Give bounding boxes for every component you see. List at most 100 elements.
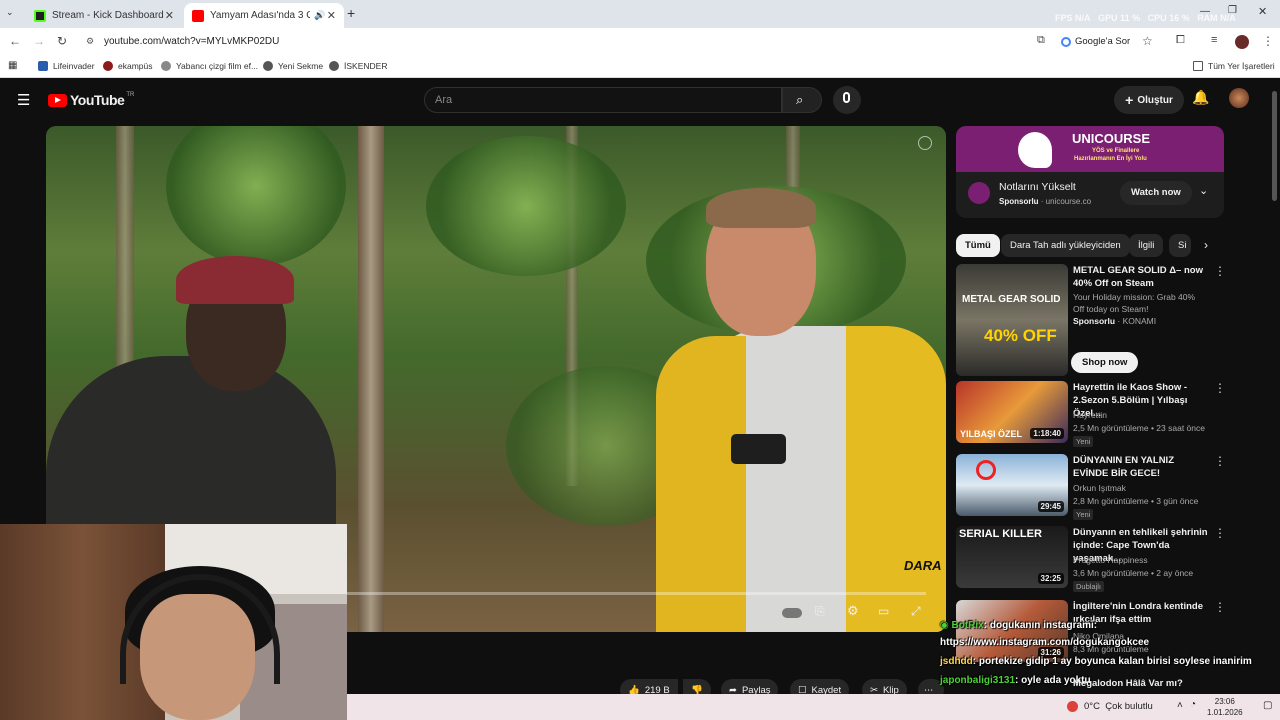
video-duration: 32:25 — [1037, 573, 1064, 584]
red-circle-icon — [976, 460, 996, 480]
search-icon: ⌕ — [796, 92, 804, 107]
video-watermark: DARA — [904, 558, 942, 573]
dubbed-badge: Dublajlı — [1073, 581, 1105, 592]
bookmark-lifeinvader[interactable]: Lifeinvader — [38, 61, 95, 71]
channel-name: Progetto Happiness — [1073, 555, 1148, 565]
shop-now-button[interactable]: Shop now — [1071, 352, 1139, 373]
notification-center-icon[interactable]: ▢ — [1263, 700, 1272, 711]
account-avatar[interactable] — [1229, 88, 1249, 108]
chevron-down-icon[interactable]: ⌄ — [1199, 184, 1208, 197]
speaker-icon[interactable]: 🔊 — [314, 10, 325, 21]
more-options-icon[interactable]: ⋮ — [1214, 264, 1226, 278]
bookmark-ekampus[interactable]: ekampüs — [103, 61, 153, 71]
chat-text: https://www.instagram.com/dogukangokcee — [940, 637, 1150, 648]
weather-widget[interactable]: 0°C Çok bulutlu — [1067, 701, 1153, 712]
chip-all[interactable]: Tümü — [956, 234, 1000, 257]
extensions-icon[interactable]: ⧠ — [1176, 34, 1185, 47]
tab-youtube-video[interactable]: Yamyam Adası'nda 3 Günlü 🔊 ✕ — [184, 3, 344, 28]
bookmark-star-icon[interactable]: ☆ — [1142, 34, 1153, 48]
ask-google-button[interactable]: Google'a Sor — [1061, 36, 1130, 47]
ad-tagline: YÖS ve Finallere — [1092, 148, 1140, 154]
chevron-right-icon[interactable]: › — [1204, 238, 1208, 252]
autoplay-toggle[interactable] — [782, 608, 802, 618]
profile-avatar[interactable] — [1235, 35, 1249, 49]
more-options-icon[interactable]: ⋮ — [1214, 600, 1226, 614]
notifications-bell-icon[interactable]: 🔔 — [1192, 89, 1209, 106]
chip-more[interactable]: Si — [1169, 234, 1191, 257]
back-icon[interactable]: ← — [9, 34, 21, 48]
close-tab-icon[interactable]: ✕ — [165, 9, 174, 22]
create-button[interactable]: + Oluştur — [1114, 86, 1184, 114]
weather-icon — [1067, 701, 1078, 712]
video-meta: 2,5 Mn görüntüleme • 23 saat önce — [1073, 423, 1205, 433]
youtube-logo[interactable]: YouTube TR — [48, 92, 134, 108]
ad-sponsor-line: Sponsorlu · unicourse.co — [999, 197, 1092, 206]
forward-icon[interactable]: → — [33, 34, 45, 48]
chat-text: : dogukanın instagrami: — [983, 620, 1098, 631]
voice-search-button[interactable] — [833, 86, 861, 114]
recommendation-item[interactable]: YILBAŞI ÖZEL 1:18:40 Hayrettin ile Kaos … — [956, 381, 1236, 447]
chip-related[interactable]: İlgili — [1129, 234, 1164, 257]
cast-icon[interactable]: ⧉ — [1037, 34, 1045, 47]
folder-icon — [1193, 61, 1203, 71]
search-button[interactable]: ⌕ — [782, 87, 822, 113]
apps-grid-icon[interactable]: ▦ — [8, 60, 17, 71]
tab-list-chevron-icon[interactable]: ⌄ — [6, 7, 14, 18]
close-tab-icon[interactable]: ✕ — [327, 9, 336, 22]
microphone-icon — [843, 92, 850, 103]
bookmark-iskender[interactable]: İSKENDER — [329, 61, 387, 71]
ad-description: Your Holiday mission: Grab 40% Off today… — [1073, 292, 1196, 314]
chat-username: japonbaligi3131 — [940, 675, 1016, 686]
video-duration: 29:45 — [1037, 501, 1064, 512]
channel-name: Orkun Işıtmak — [1073, 483, 1126, 493]
media-control-icon[interactable]: ≡ — [1211, 34, 1217, 46]
menu-icon[interactable]: ☰ — [17, 91, 30, 109]
theater-mode-icon[interactable]: ▭ — [878, 604, 889, 618]
tab-kick-dashboard[interactable]: Stream - Kick Dashboard ✕ — [26, 3, 182, 28]
clock[interactable]: 23:06 1.01.2026 — [1207, 696, 1243, 718]
tree-trunk — [358, 126, 384, 632]
new-badge: Yeni — [1073, 436, 1094, 447]
chip-uploader[interactable]: Dara Tah adlı yükleyiciden — [1001, 234, 1130, 257]
recommendation-item[interactable]: 29:45 DÜNYANIN EN YALNIZ EVİNDE BİR GECE… — [956, 454, 1236, 520]
all-bookmarks[interactable]: Tüm Yer İşaretleri — [1193, 61, 1275, 71]
more-options-icon[interactable]: ⋮ — [1214, 454, 1226, 468]
more-options-icon[interactable]: ⋮ — [1214, 526, 1226, 540]
video-meta: 3,6 Mn görüntüleme • 2 ay önce — [1073, 568, 1194, 578]
progress-bar[interactable] — [346, 592, 926, 595]
video-title: METAL GEAR SOLID Δ– now 40% Off on Steam — [1073, 265, 1203, 289]
more-options-icon[interactable]: ⋮ — [1214, 381, 1226, 395]
minimize-window-button[interactable]: — — [1200, 6, 1210, 17]
bookmark-yeni-sekme[interactable]: Yeni Sekme — [263, 61, 323, 71]
fullscreen-icon[interactable]: ⤢ — [911, 604, 921, 619]
wifi-icon[interactable]: ◔ — [1190, 699, 1196, 710]
ad-title: Notlarını Yükselt — [999, 181, 1076, 193]
watch-now-button[interactable]: Watch now — [1120, 181, 1192, 205]
search-input[interactable]: Ara — [424, 87, 782, 113]
recommendation-item[interactable]: METAL GEAR SOLID 40% OFF METAL GEAR SOLI… — [956, 264, 1236, 376]
red-cap — [176, 256, 294, 304]
thumbnail: METAL GEAR SOLID 40% OFF — [956, 264, 1068, 376]
browser-menu-icon[interactable]: ⋮ — [1262, 34, 1274, 48]
subtitles-icon[interactable]: ⎘ — [815, 604, 825, 619]
sponsored-ad-card[interactable]: UNICOURSE YÖS ve Finallere Hazırlanmanın… — [956, 126, 1224, 218]
chest-camera — [731, 434, 786, 464]
browser-tab-strip: ⌄ Stream - Kick Dashboard ✕ Yamyam Adası… — [0, 0, 1280, 28]
reload-icon[interactable]: ↻ — [57, 34, 67, 48]
site-info-icon[interactable]: ⚙ — [86, 36, 94, 47]
tray-chevron-icon[interactable]: ˄ — [1177, 700, 1183, 711]
bookmarks-bar: ▦ Lifeinvader ekampüs Yabancı çizgi film… — [0, 56, 1280, 78]
new-tab-button[interactable]: + — [347, 5, 355, 21]
close-window-button[interactable]: ✕ — [1258, 5, 1267, 18]
maximize-window-button[interactable]: ❐ — [1228, 5, 1237, 16]
ambient-icon — [918, 136, 932, 150]
settings-gear-icon[interactable]: ⚙ — [847, 603, 859, 619]
address-bar[interactable]: youtube.com/watch?v=MYLvMKP02DU — [104, 36, 279, 47]
thumbnail: 29:45 — [956, 454, 1068, 516]
channel-name: Hayrettin — [1073, 410, 1108, 420]
next-video-title[interactable]: Megalodon Hâlâ Var mı? — [1073, 678, 1183, 689]
page-scrollbar[interactable] — [1272, 91, 1277, 201]
chat-username: jsdhdd — [940, 656, 973, 667]
bookmark-yabanci[interactable]: Yabancı çizgi film ef... — [161, 61, 258, 71]
recommendation-item[interactable]: SERIAL KILLER 32:25 Dünyanın en tehlikel… — [956, 526, 1236, 592]
